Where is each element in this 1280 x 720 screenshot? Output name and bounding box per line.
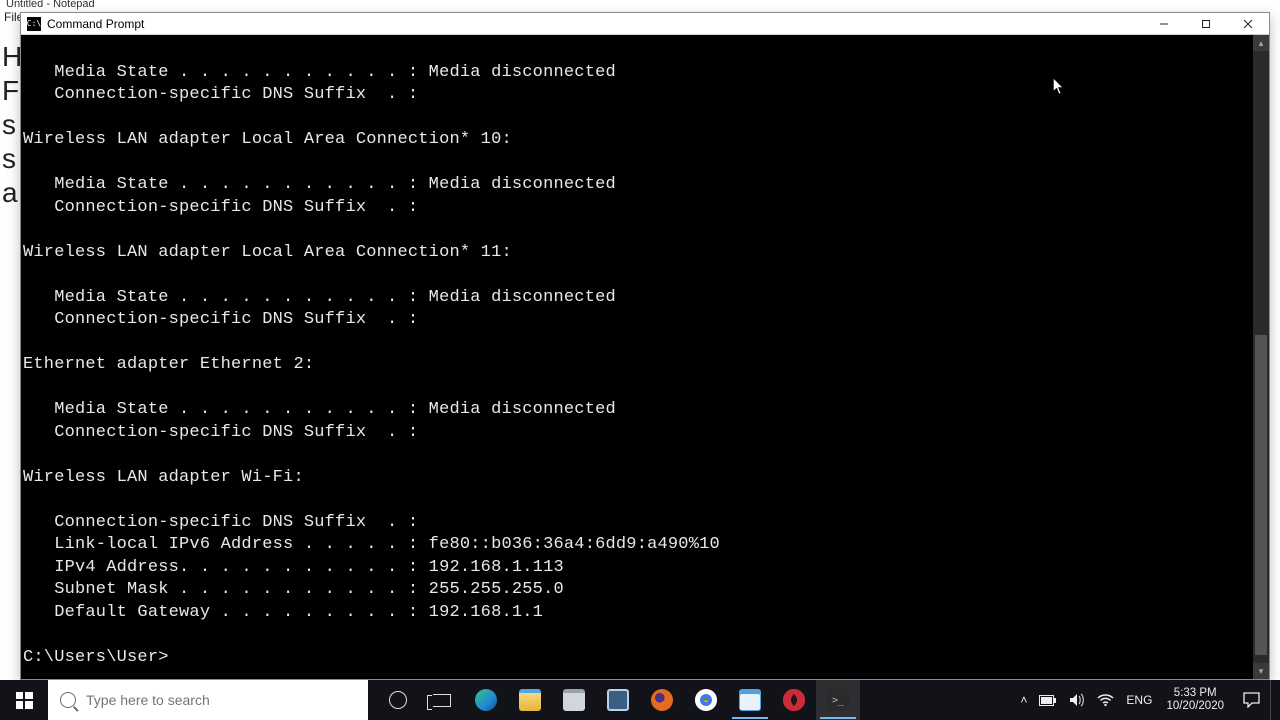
- maximize-button[interactable]: [1185, 13, 1227, 35]
- window-controls: [1143, 13, 1269, 35]
- system-tray: ˄ ENG 5:33 PM 10/20/2020: [1014, 680, 1280, 720]
- taskbar-icon-notepad[interactable]: [728, 680, 772, 720]
- taskbar-icon-command-prompt[interactable]: >_: [816, 680, 860, 720]
- command-prompt-app-icon: >_: [827, 689, 849, 711]
- tray-language-indicator[interactable]: ENG: [1120, 680, 1158, 720]
- cortana-icon: [389, 691, 407, 709]
- command-prompt-client-area: Media State . . . . . . . . . . . : Medi…: [21, 35, 1269, 679]
- taskbar-running-indicator: [820, 717, 856, 719]
- scrollbar-up-button[interactable]: ▴: [1253, 35, 1269, 51]
- taskbar-running-indicator: [732, 717, 768, 719]
- mail-icon: [607, 689, 629, 711]
- scrollbar-down-button[interactable]: ▾: [1253, 663, 1269, 679]
- taskbar-icon-cortana[interactable]: [376, 680, 420, 720]
- tray-overflow-chevron-icon[interactable]: ˄: [1014, 680, 1033, 720]
- taskbar-icon-mail[interactable]: [596, 680, 640, 720]
- chrome-icon: [695, 689, 717, 711]
- taskbar-icon-opera[interactable]: [772, 680, 816, 720]
- notepad-icon: [739, 689, 761, 711]
- notepad-title-partial: Untitled - Notepad: [6, 0, 95, 10]
- command-prompt-output[interactable]: Media State . . . . . . . . . . . : Medi…: [21, 35, 1253, 679]
- taskbar-icon-file-explorer[interactable]: [508, 680, 552, 720]
- edge-icon: [475, 689, 497, 711]
- taskbar-search-box[interactable]: [48, 680, 368, 720]
- taskbar-icon-microsoft-store[interactable]: [552, 680, 596, 720]
- file-explorer-icon: [519, 689, 541, 711]
- taskbar-icon-chrome[interactable]: [684, 680, 728, 720]
- task-view-icon: [433, 694, 451, 707]
- taskbar-search-input[interactable]: [86, 692, 356, 708]
- minimize-button[interactable]: [1143, 13, 1185, 35]
- taskbar: >_ ˄ ENG 5:33 PM 10/20/2020: [0, 680, 1280, 720]
- close-button[interactable]: [1227, 13, 1269, 35]
- tray-battery-icon[interactable]: [1033, 680, 1063, 720]
- show-desktop-button[interactable]: [1270, 680, 1276, 720]
- tray-wifi-icon[interactable]: [1091, 680, 1120, 720]
- tray-time: 5:33 PM: [1174, 687, 1217, 700]
- microsoft-store-icon: [563, 689, 585, 711]
- scrollbar-thumb[interactable]: [1255, 335, 1267, 655]
- taskbar-pinned-icons: >_: [376, 680, 860, 720]
- command-prompt-icon: C:\: [27, 17, 41, 31]
- opera-icon: [783, 689, 805, 711]
- taskbar-icon-task-view[interactable]: [420, 680, 464, 720]
- search-icon: [60, 692, 76, 708]
- taskbar-icon-firefox[interactable]: [640, 680, 684, 720]
- taskbar-icon-edge[interactable]: [464, 680, 508, 720]
- action-center-button[interactable]: [1232, 680, 1270, 720]
- start-button[interactable]: [0, 680, 48, 720]
- windows-logo-icon: [16, 692, 33, 709]
- command-prompt-window: C:\ Command Prompt Media State . . . . .…: [20, 12, 1270, 680]
- tray-volume-icon[interactable]: [1063, 680, 1091, 720]
- vertical-scrollbar[interactable]: ▴ ▾: [1253, 35, 1269, 679]
- window-title: Command Prompt: [47, 17, 144, 31]
- firefox-icon: [651, 689, 673, 711]
- window-titlebar[interactable]: C:\ Command Prompt: [21, 13, 1269, 35]
- tray-clock[interactable]: 5:33 PM 10/20/2020: [1158, 680, 1232, 720]
- tray-date: 10/20/2020: [1166, 700, 1224, 713]
